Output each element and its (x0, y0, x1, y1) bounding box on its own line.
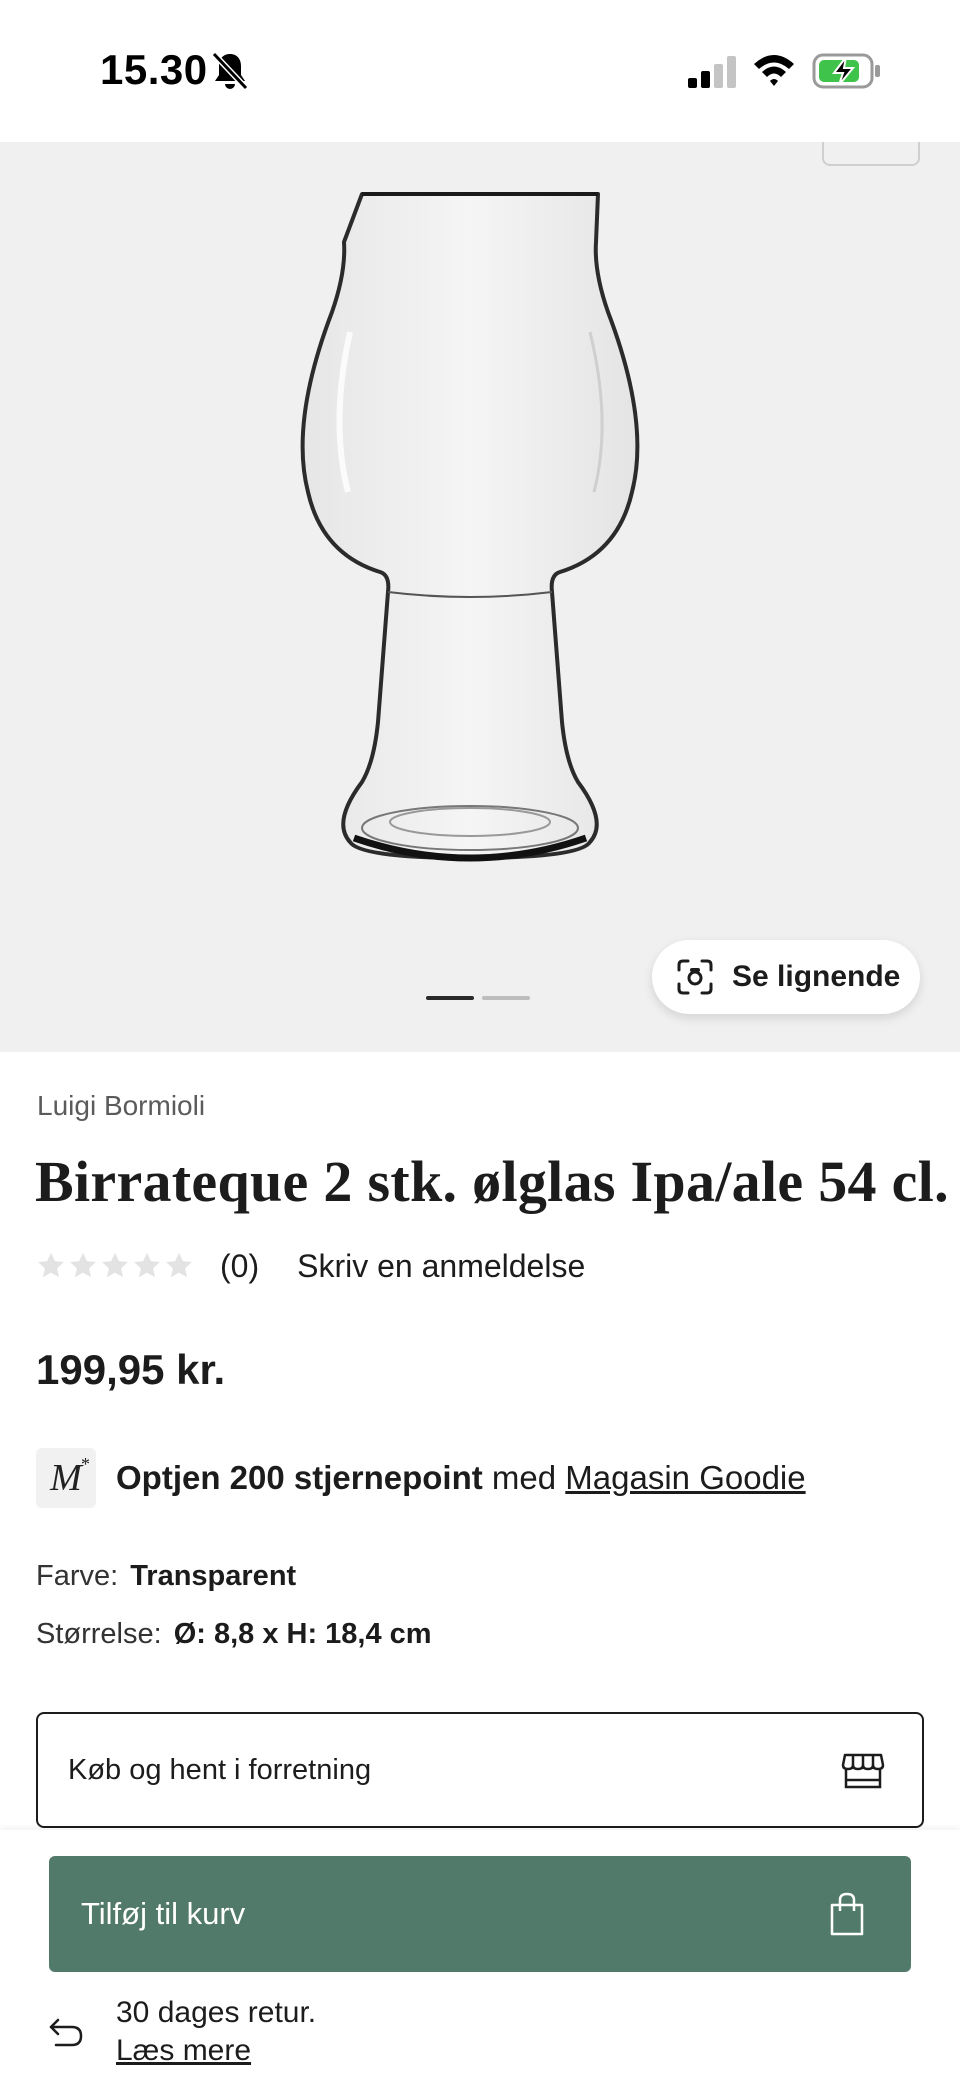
wifi-icon (754, 55, 794, 86)
review-count[interactable]: (0) (220, 1248, 259, 1285)
brand-name[interactable]: Luigi Bormioli (37, 1090, 205, 1122)
bell-muted-icon (211, 51, 249, 91)
store-pickup-label: Køb og hent i forretning (68, 1753, 372, 1786)
loyalty-points-text: Optjen 200 stjernepoint med Magasin Good… (116, 1459, 806, 1497)
pager-dot[interactable] (482, 996, 530, 1000)
add-to-cart-label: Tilføj til kurv (81, 1896, 246, 1931)
rating-stars[interactable] (36, 1251, 194, 1281)
loyalty-points-mid: med (482, 1459, 566, 1496)
image-pager[interactable] (426, 996, 530, 1000)
star-icon (38, 1252, 64, 1278)
read-more-link[interactable]: Læs mere (116, 2032, 251, 2070)
attribute-size: Størrelse: Ø: 8,8 x H: 18,4 cm (36, 1618, 432, 1651)
write-review-link[interactable]: Skriv en anmeldelse (297, 1248, 585, 1285)
add-to-cart-button[interactable]: Tilføj til kurv (49, 1856, 911, 1972)
rating-row: (0) Skriv en anmeldelse (36, 1244, 585, 1288)
signal-icon (688, 56, 736, 88)
attribute-color: Farve: Transparent (36, 1560, 296, 1593)
loyalty-points-bold: Optjen 200 stjernepoint (116, 1459, 483, 1496)
beer-glass-image (300, 192, 640, 862)
store-pickup-button[interactable]: Køb og hent i forretning (36, 1712, 924, 1828)
size-value: Ø: 8,8 x H: 18,4 cm (173, 1618, 432, 1650)
sticky-cart-bar: Tilføj til kurv 30 dages retur. Læs mere (0, 1830, 960, 2081)
goodie-logo-letter: M (50, 1457, 82, 1499)
product-title: Birrateque 2 stk. ølglas Ipa/ale 54 cl. (35, 1149, 949, 1214)
return-policy-text: 30 dages retur. (116, 1996, 317, 2029)
shopping-bag-icon (830, 1892, 864, 1936)
size-label: Størrelse: (36, 1618, 162, 1650)
image-top-tab[interactable] (822, 142, 920, 166)
see-similar-button[interactable]: Se lignende (652, 940, 920, 1014)
status-time: 15.30 (100, 46, 208, 93)
star-icon (70, 1252, 96, 1278)
magasin-goodie-link[interactable]: Magasin Goodie (565, 1459, 805, 1496)
product-price: 199,95 kr. (36, 1346, 226, 1393)
see-similar-label: Se lignende (732, 960, 901, 993)
goodie-logo-star: * (81, 1454, 90, 1474)
product-page: 15.30 Se lignende Luigi Bormioli Birrate… (0, 0, 960, 2081)
store-icon (841, 1753, 885, 1789)
status-bar: 15.30 (0, 0, 960, 142)
product-image-carousel[interactable]: Se lignende (0, 142, 960, 1052)
star-icon (166, 1252, 192, 1278)
pager-dot-active[interactable] (426, 996, 474, 1000)
magasin-goodie-logo: M * (36, 1448, 96, 1508)
return-policy: 30 dages retur. Læs mere (48, 1994, 316, 2070)
visual-search-icon (677, 959, 713, 995)
battery-charging-icon (812, 53, 880, 89)
color-value: Transparent (130, 1560, 297, 1592)
color-label: Farve: (36, 1560, 119, 1592)
return-arrow-icon (49, 2018, 83, 2047)
star-icon (134, 1252, 160, 1278)
star-icon (102, 1252, 128, 1278)
loyalty-points-row: M * Optjen 200 stjernepoint med Magasin … (36, 1448, 806, 1508)
